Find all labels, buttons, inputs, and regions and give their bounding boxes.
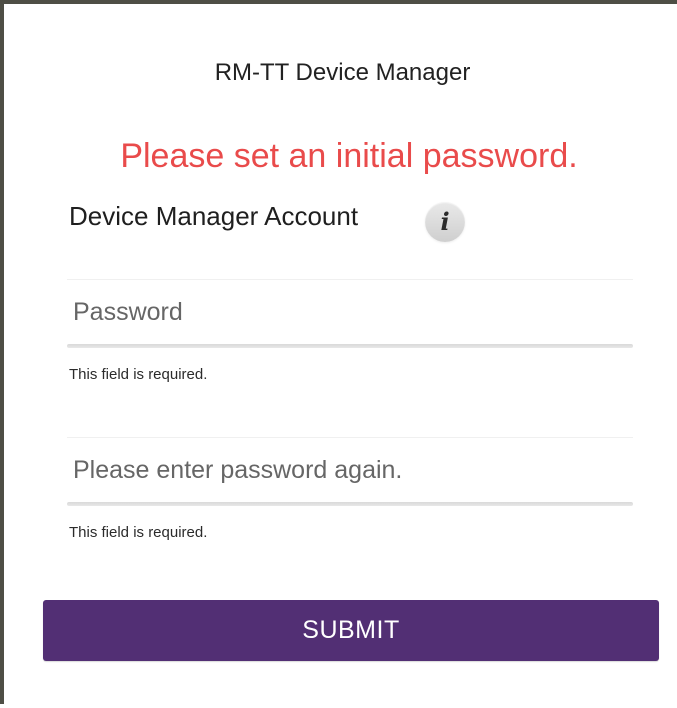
page-title: RM-TT Device Manager bbox=[214, 59, 471, 86]
confirm-password-input[interactable] bbox=[67, 438, 633, 502]
password-field bbox=[67, 279, 633, 350]
confirm-password-helper-text: This field is required. bbox=[69, 524, 208, 541]
password-helper-text: This field is required. bbox=[69, 366, 208, 383]
confirm-password-underline bbox=[67, 502, 633, 506]
window-frame: RM-TT Device Manager Please set an initi… bbox=[0, 0, 677, 708]
password-underline bbox=[67, 344, 633, 348]
submit-button[interactable]: SUBMIT bbox=[43, 600, 659, 661]
section-title: Device Manager Account bbox=[69, 201, 359, 231]
info-icon[interactable]: i bbox=[425, 202, 465, 242]
confirm-password-field bbox=[67, 437, 633, 508]
status-message: Please set an initial password. bbox=[120, 137, 578, 175]
password-input[interactable] bbox=[67, 280, 633, 344]
